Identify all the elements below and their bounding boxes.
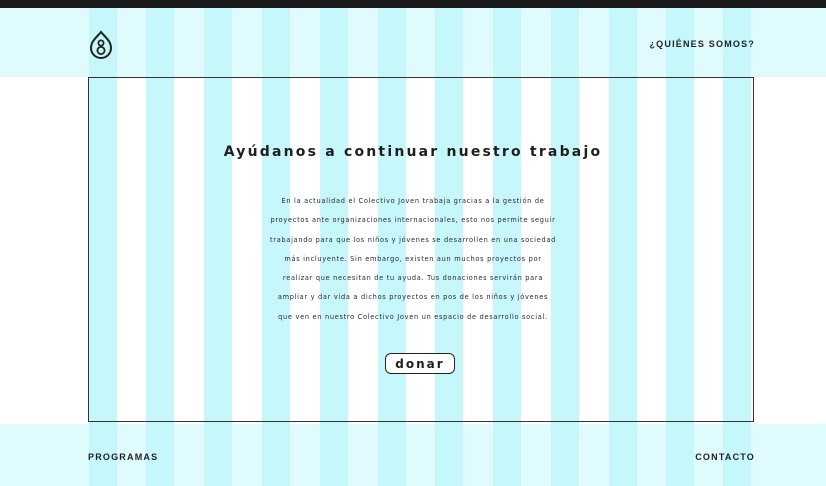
window-top-border [0, 0, 826, 8]
body-line: En la actualidad el Colectivo Joven trab… [281, 197, 545, 205]
page: ¿QUIÉNES SOMOS? Ayúdanos a continuar nue… [0, 0, 826, 486]
nav-link-contact[interactable]: CONTACTO [695, 452, 755, 462]
droplet-logo-icon[interactable] [88, 30, 114, 60]
nav-link-programs[interactable]: PROGRAMAS [88, 452, 158, 462]
donate-button[interactable]: donar [385, 353, 455, 374]
nav-link-about[interactable]: ¿QUIÉNES SOMOS? [649, 39, 755, 49]
page-heading: Ayúdanos a continuar nuestro trabajo [223, 144, 603, 160]
body-line: más incluyente. Sin embargo, existen aun… [284, 254, 542, 263]
body-line: trabajando para que los niños y jóvenes … [270, 235, 556, 244]
body-line: ampliar y dar vida a dichos proyectos en… [277, 293, 549, 302]
body-line: que ven en nuestro Colectivo Joven un es… [278, 312, 548, 321]
body-line: proyectos ante organizaciones internacio… [270, 216, 556, 225]
body-paragraph: En la actualidad el Colectivo Joven trab… [238, 192, 588, 327]
body-line: realizar que necesitan de tu ayuda. Tus … [282, 274, 544, 283]
